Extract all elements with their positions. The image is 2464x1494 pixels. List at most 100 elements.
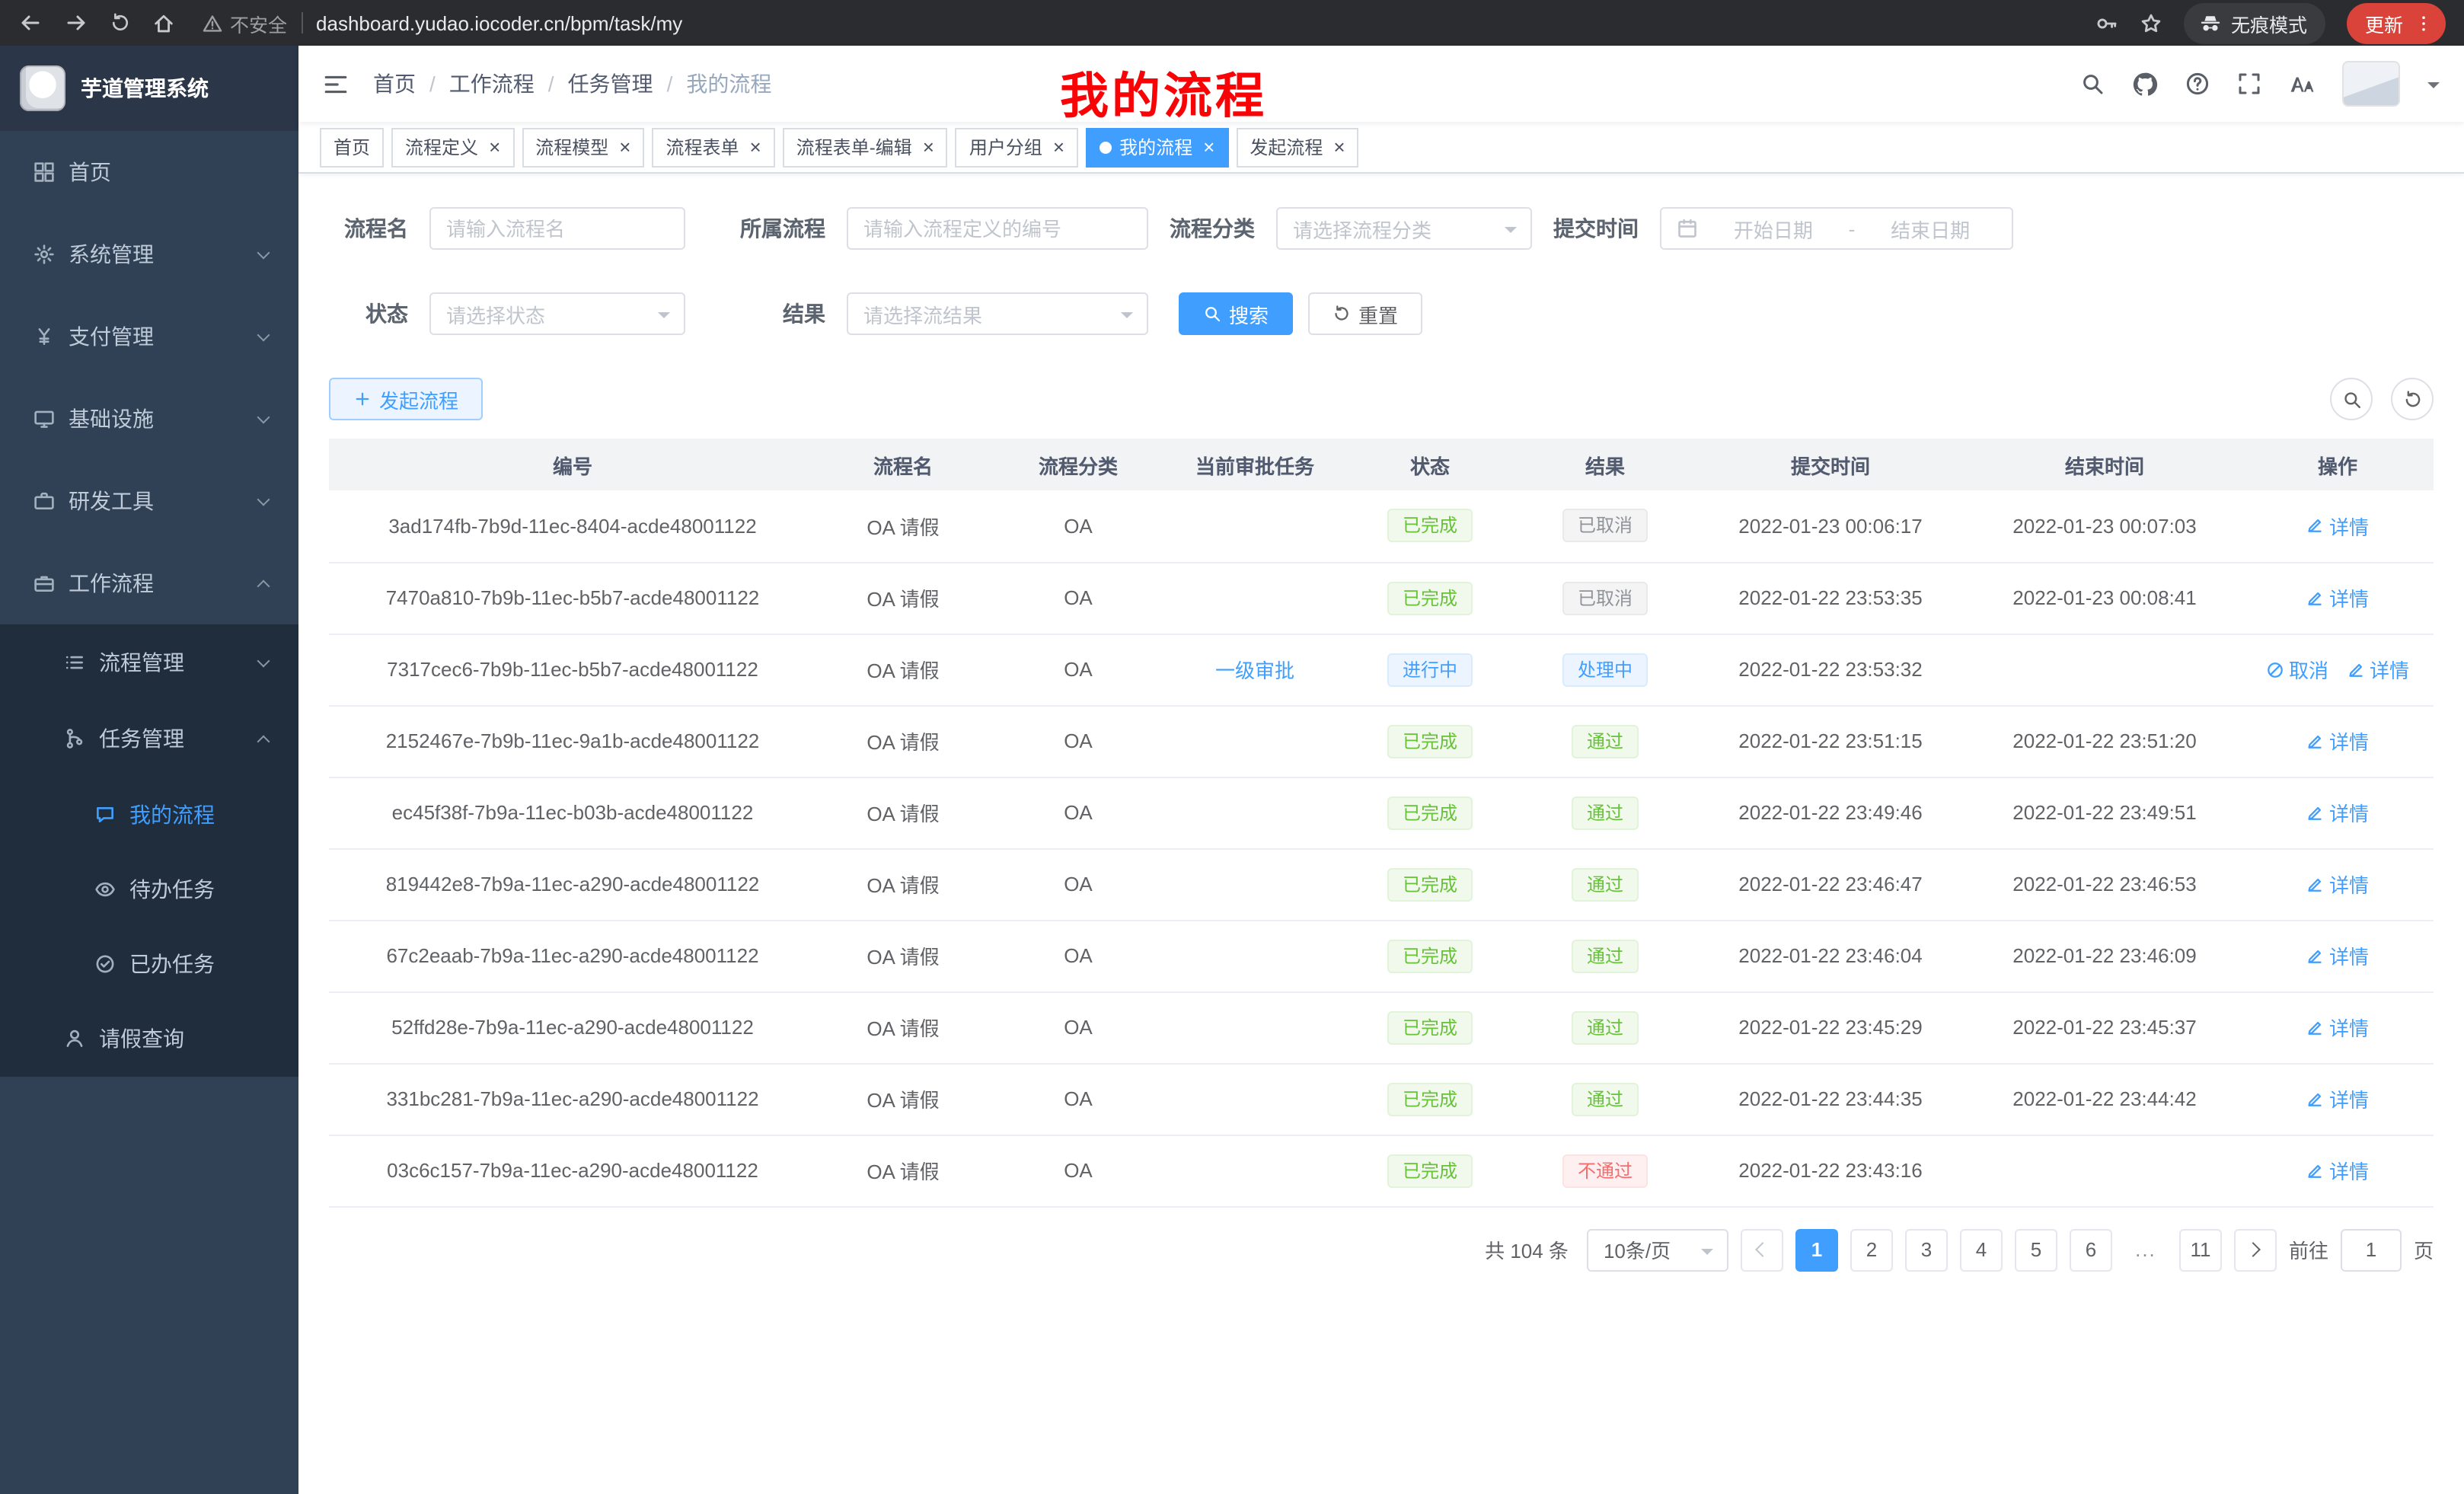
- process-def-input-field[interactable]: [863, 217, 1131, 240]
- page-button-11[interactable]: 11: [2179, 1228, 2222, 1271]
- create-process-button[interactable]: 发起流程: [329, 378, 483, 420]
- fullscreen-icon[interactable]: [2237, 72, 2261, 96]
- task-link[interactable]: 一级审批: [1215, 655, 1294, 684]
- column-header-submit-time: 提交时间: [1693, 439, 1968, 490]
- next-page-button[interactable]: [2234, 1228, 2277, 1271]
- key-icon[interactable]: [2095, 11, 2118, 34]
- tab-label: 发起流程: [1250, 134, 1323, 160]
- sidebar-item-my-process[interactable]: 我的流程: [0, 777, 298, 851]
- status-badge: 已完成: [1387, 1154, 1473, 1187]
- browser-update-button[interactable]: 更新: [2347, 2, 2446, 43]
- detail-link[interactable]: 详情: [2306, 1013, 2369, 1042]
- page-button-5[interactable]: 5: [2015, 1228, 2057, 1271]
- submit-time-range[interactable]: 开始日期 - 结束日期: [1660, 207, 2013, 250]
- reset-button[interactable]: 重置: [1308, 292, 1422, 335]
- sidebar-item-home[interactable]: 首页: [0, 131, 298, 213]
- header-search-icon[interactable]: [2080, 72, 2105, 96]
- detail-link[interactable]: 详情: [2347, 655, 2409, 684]
- page-button-1[interactable]: 1: [1795, 1228, 1838, 1271]
- sidebar-item-process-manage[interactable]: 流程管理: [0, 624, 298, 701]
- close-icon[interactable]: ×: [1203, 137, 1214, 157]
- breadcrumb-item-workflow[interactable]: 工作流程: [449, 69, 535, 99]
- browser-menu-dots-icon[interactable]: [2414, 13, 2434, 33]
- search-button[interactable]: 搜索: [1179, 292, 1293, 335]
- chevron-right-icon: [2246, 1242, 2261, 1257]
- sidebar-item-todo-task[interactable]: 待办任务: [0, 851, 298, 926]
- cell-id: 2152467e-7b9b-11ec-9a1b-acde48001122: [329, 705, 816, 777]
- hamburger-icon[interactable]: [323, 71, 349, 97]
- table-row: 52ffd28e-7b9a-11ec-a290-acde48001122OA 请…: [329, 991, 2434, 1063]
- detail-link[interactable]: 详情: [2306, 726, 2369, 755]
- page-button-4[interactable]: 4: [1960, 1228, 2003, 1271]
- page-button-6[interactable]: 6: [2070, 1228, 2112, 1271]
- sidebar-item-dev-tools[interactable]: 研发工具: [0, 460, 298, 542]
- status-select[interactable]: 请选择状态: [429, 292, 685, 335]
- close-icon[interactable]: ×: [750, 137, 761, 157]
- github-icon[interactable]: [2132, 71, 2158, 97]
- detail-link[interactable]: 详情: [2306, 583, 2369, 612]
- refresh-table-button[interactable]: [2391, 378, 2434, 420]
- docs-question-icon[interactable]: [2185, 72, 2210, 96]
- sidebar-item-task-manage[interactable]: 任务管理: [0, 701, 298, 777]
- sidebar-item-system[interactable]: 系统管理: [0, 213, 298, 295]
- close-icon[interactable]: ×: [1333, 137, 1345, 157]
- close-icon[interactable]: ×: [619, 137, 630, 157]
- tab-start-process[interactable]: 发起流程 ×: [1236, 127, 1358, 167]
- browser-back-icon[interactable]: [18, 11, 43, 35]
- close-icon[interactable]: ×: [1053, 137, 1064, 157]
- done-icon: [94, 953, 116, 974]
- goto-page-input[interactable]: [2341, 1228, 2402, 1271]
- detail-link[interactable]: 详情: [2306, 512, 2369, 541]
- sidebar-item-done-task[interactable]: 已办任务: [0, 926, 298, 1001]
- page-size-select[interactable]: 10条/页: [1587, 1228, 1728, 1271]
- address-bar[interactable]: 不安全 dashboard.yudao.iocoder.cn/bpm/task/…: [203, 8, 2074, 37]
- close-icon[interactable]: ×: [489, 137, 500, 157]
- tab-user-group[interactable]: 用户分组×: [956, 127, 1078, 167]
- page-button-...[interactable]: ...: [2124, 1228, 2167, 1271]
- page-button-2[interactable]: 2: [1850, 1228, 1893, 1271]
- detail-link[interactable]: 详情: [2306, 798, 2369, 827]
- browser-forward-icon[interactable]: [64, 11, 88, 35]
- process-def-input[interactable]: [847, 207, 1148, 250]
- tab-home[interactable]: 首页: [320, 127, 384, 167]
- main-area: 首页 / 工作流程 / 任务管理 / 我的流程: [298, 46, 2464, 1494]
- font-size-icon[interactable]: [2289, 71, 2315, 97]
- process-name-input[interactable]: [429, 207, 685, 250]
- sidebar-item-infrastructure[interactable]: 基础设施: [0, 378, 298, 460]
- toggle-search-button[interactable]: [2330, 378, 2373, 420]
- process-name-input-field[interactable]: [446, 217, 669, 240]
- detail-link[interactable]: 详情: [2306, 1156, 2369, 1185]
- tab-process-form[interactable]: 流程表单×: [652, 127, 774, 167]
- sidebar-item-leave-query[interactable]: 请假查询: [0, 1001, 298, 1077]
- caret-down-icon[interactable]: [2427, 82, 2440, 94]
- avatar[interactable]: [2342, 61, 2400, 107]
- cancel-link[interactable]: 取消: [2266, 655, 2328, 684]
- category-select[interactable]: 请选择流程分类: [1276, 207, 1532, 250]
- detail-link[interactable]: 详情: [2306, 941, 2369, 970]
- sidebar-item-workflow[interactable]: 工作流程: [0, 542, 298, 624]
- close-icon[interactable]: ×: [923, 137, 934, 157]
- status-label: 状态: [329, 298, 429, 329]
- cell-actions: 详情: [2242, 1063, 2434, 1135]
- breadcrumb-item-home[interactable]: 首页: [373, 69, 416, 99]
- browser-reload-icon[interactable]: [110, 12, 131, 34]
- tab-process-form-edit[interactable]: 流程表单-编辑×: [783, 127, 948, 167]
- security-warning[interactable]: 不安全: [203, 8, 287, 37]
- detail-link[interactable]: 详情: [2306, 1084, 2369, 1113]
- cell-process-name: OA 请假: [816, 1063, 990, 1135]
- breadcrumb-item-task-manage[interactable]: 任务管理: [568, 69, 653, 99]
- detail-link[interactable]: 详情: [2306, 870, 2369, 899]
- page-button-3[interactable]: 3: [1905, 1228, 1948, 1271]
- sidebar-item-payment[interactable]: 支付管理: [0, 295, 298, 378]
- tab-process-definition[interactable]: 流程定义×: [391, 127, 514, 167]
- tab-process-model[interactable]: 流程模型×: [522, 127, 644, 167]
- browser-home-icon[interactable]: [152, 11, 175, 34]
- edit-icon: [2306, 1161, 2325, 1180]
- table-toolbar: 发起流程: [329, 378, 2434, 420]
- prev-page-button[interactable]: [1741, 1228, 1783, 1271]
- bookmark-star-icon[interactable]: [2140, 11, 2162, 34]
- result-badge: 通过: [1572, 796, 1639, 829]
- result-select[interactable]: 请选择流结果: [847, 292, 1148, 335]
- tab-my-process[interactable]: 我的流程×: [1086, 127, 1228, 167]
- url-text[interactable]: dashboard.yudao.iocoder.cn/bpm/task/my: [316, 11, 682, 34]
